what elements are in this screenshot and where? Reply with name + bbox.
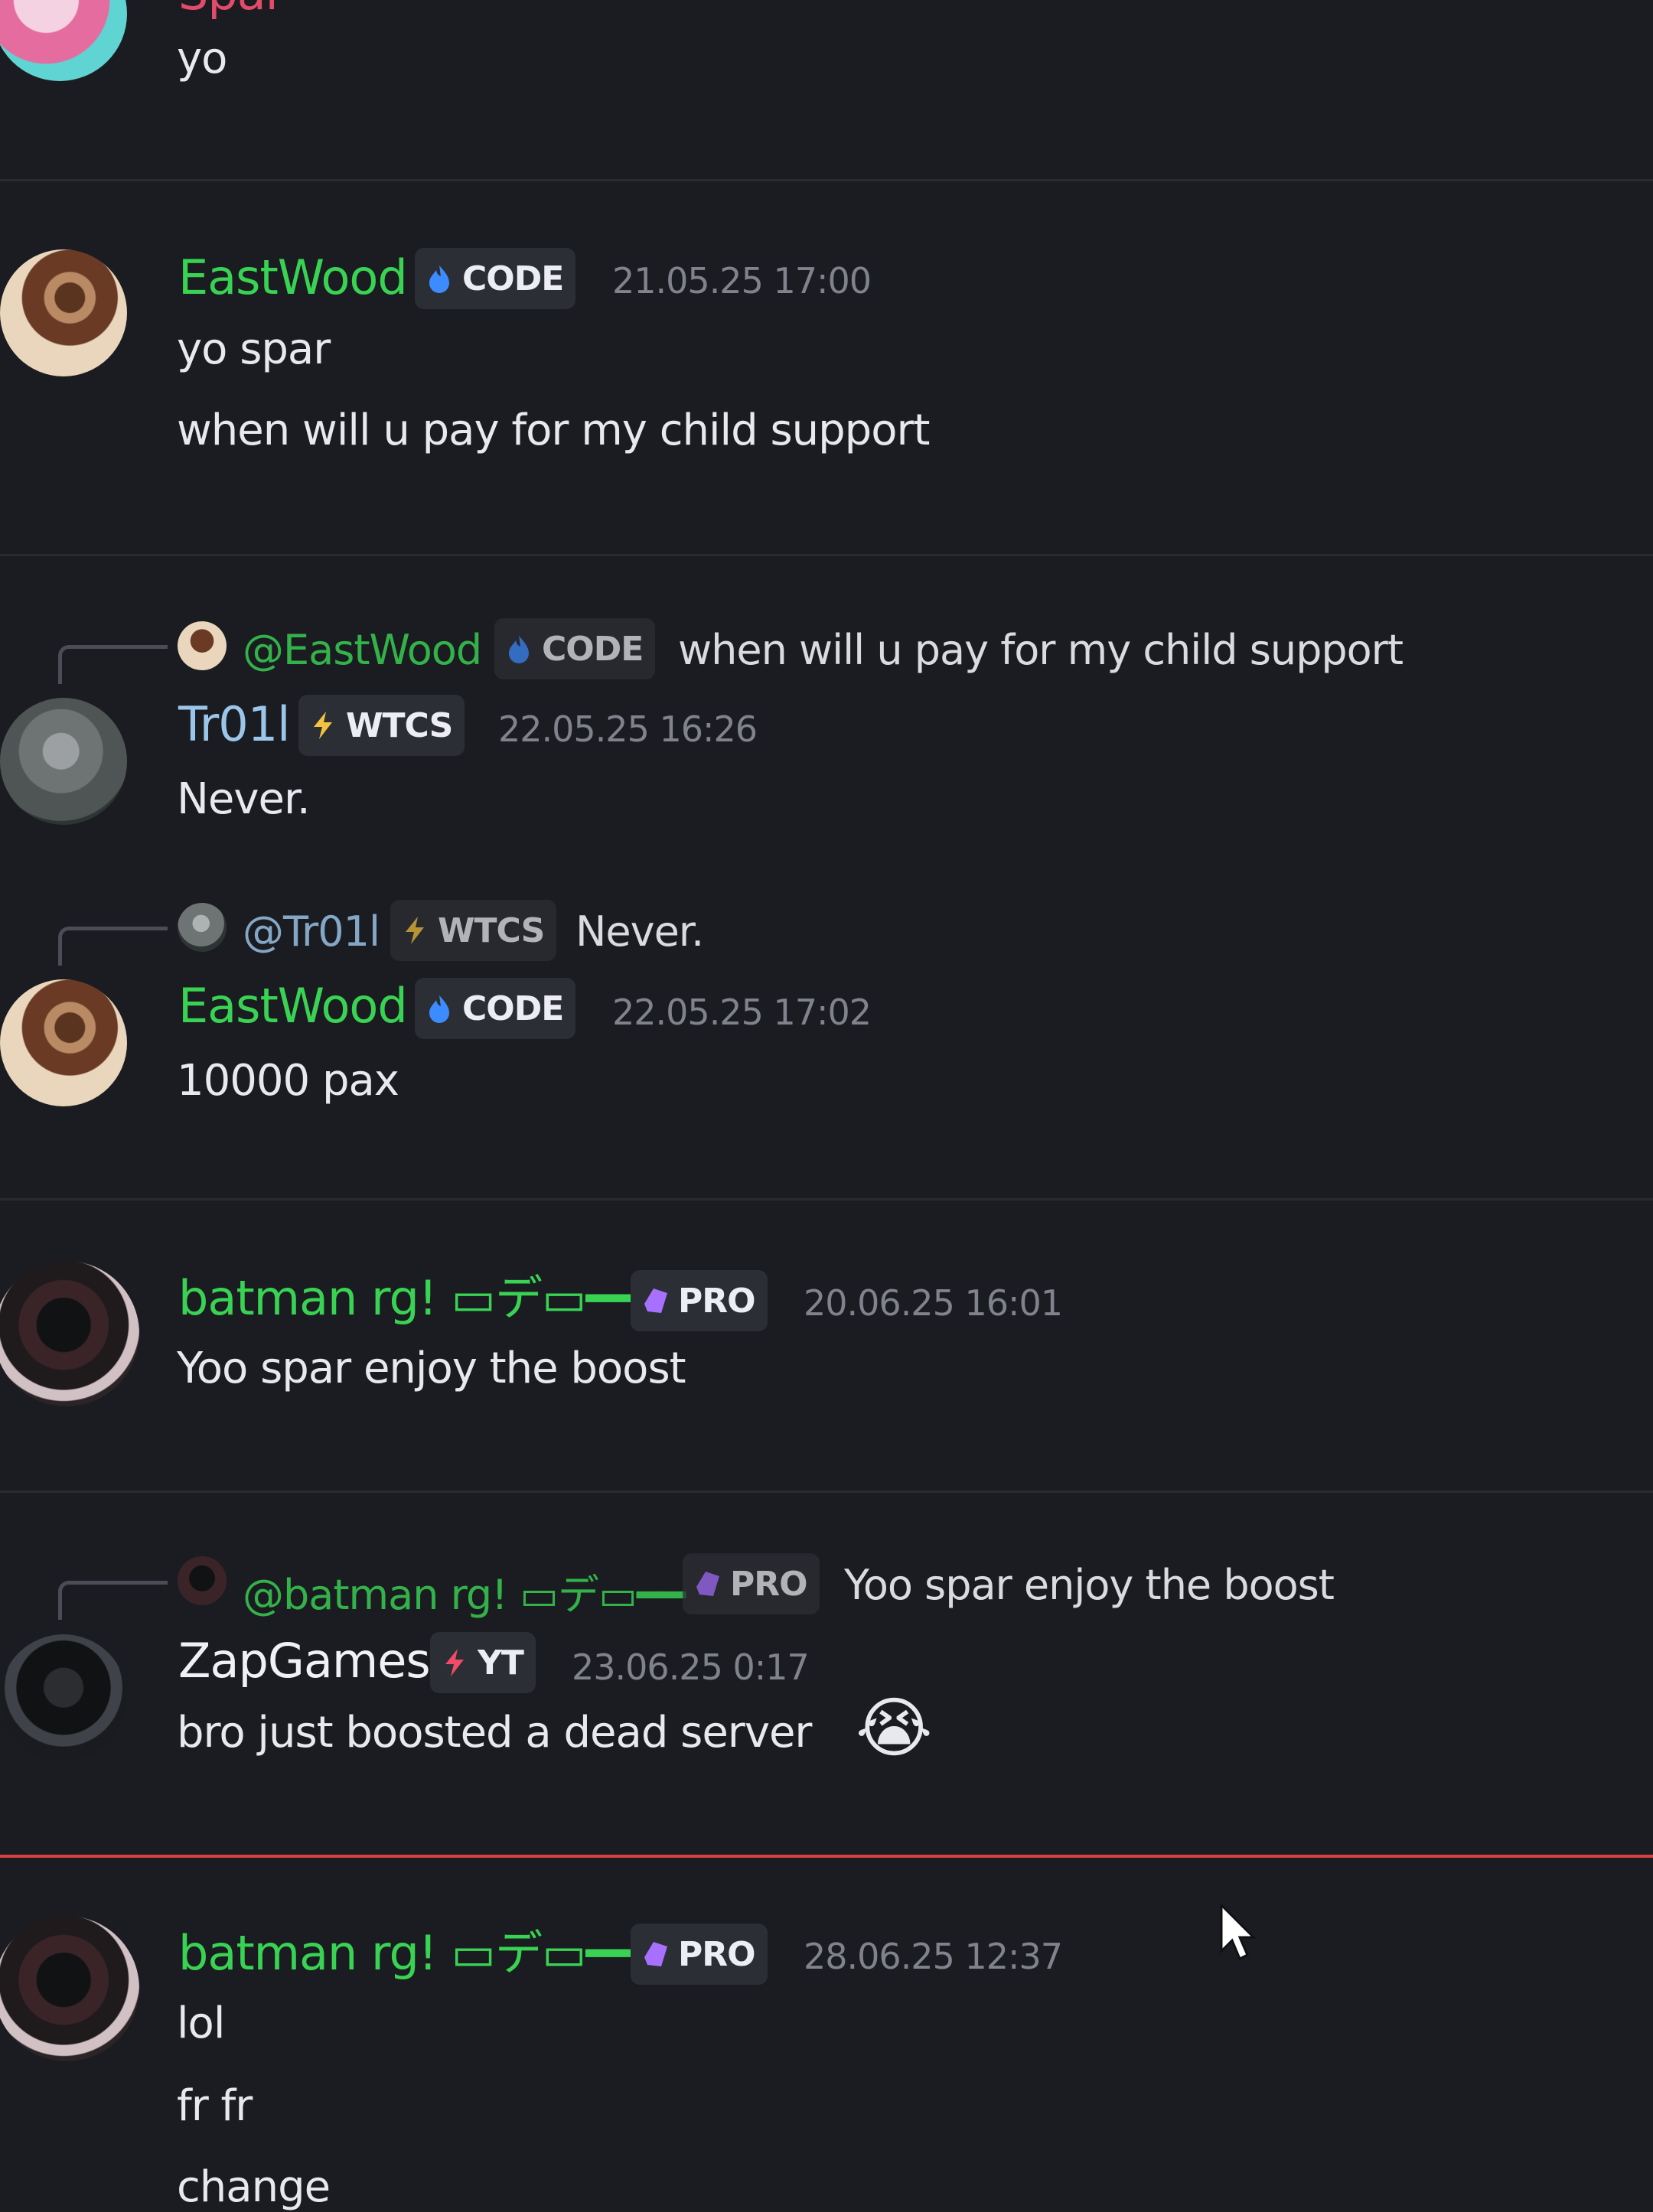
reply-preview-text[interactable]: Yoo spar enjoy the boost <box>844 1561 1335 1609</box>
role-tag-wtcs[interactable]: WTCS <box>390 900 557 961</box>
timestamp: 28.06.25 12:37 <box>804 1936 1063 1977</box>
role-tag-pro[interactable]: PRO <box>631 1924 768 1985</box>
avatar-batman[interactable] <box>0 1916 139 2061</box>
reply-connector <box>58 645 168 684</box>
reply-avatar-eastwood[interactable] <box>178 621 227 670</box>
timestamp: 20.06.25 16:01 <box>804 1282 1063 1324</box>
message-text: Yoo spar enjoy the boost <box>177 1344 686 1393</box>
message-text: yo <box>177 34 227 83</box>
lightning-icon <box>399 915 430 946</box>
message-text: when will u pay for my child support <box>177 406 930 455</box>
purple-crystal-icon <box>640 1939 670 1969</box>
tag-label: PRO <box>678 1281 756 1321</box>
message-text: yo spar <box>177 324 331 374</box>
timestamp: 22.05.25 16:26 <box>498 709 758 750</box>
message-text: 10000 pax <box>177 1056 399 1106</box>
tag-label: WTCS <box>438 911 545 950</box>
avatar-tr01l[interactable] <box>0 698 127 825</box>
blue-flame-icon <box>424 993 455 1024</box>
author-name[interactable]: Spar <box>178 0 285 17</box>
reply-connector <box>58 927 168 966</box>
author-name[interactable]: batman rg! ▭デ▭━━ <box>178 1275 642 1322</box>
tag-label: PRO <box>678 1934 756 1974</box>
message-text: Never. <box>177 774 311 824</box>
tag-label: CODE <box>462 259 564 298</box>
message-text: fr fr <box>177 2081 253 2131</box>
tag-label: WTCS <box>346 705 453 745</box>
role-tag-yt[interactable]: YT <box>430 1632 536 1693</box>
reply-preview-text[interactable]: Never. <box>575 907 704 956</box>
purple-crystal-icon <box>640 1285 670 1316</box>
avatar-batman[interactable] <box>0 1261 139 1406</box>
new-messages-divider <box>0 1855 1653 1858</box>
reply-avatar-tr01l[interactable] <box>178 903 227 952</box>
reply-author[interactable]: @batman rg! ▭デ▭━━ <box>243 1561 686 1621</box>
reply-author[interactable]: @Tr01l <box>243 907 380 956</box>
author-name[interactable]: EastWood <box>178 254 408 301</box>
avatar-eastwood[interactable] <box>0 249 127 376</box>
reply-connector <box>58 1581 168 1620</box>
message-separator <box>0 1198 1653 1200</box>
lightning-icon <box>308 710 338 741</box>
tag-label: YT <box>478 1643 524 1683</box>
reply-preview-text[interactable]: when will u pay for my child support <box>678 626 1404 674</box>
avatar-zapgames[interactable] <box>0 1634 127 1761</box>
message-text: lol <box>177 1999 225 2048</box>
crying-face-emoji: 😭 <box>856 1690 933 1767</box>
message-separator <box>0 554 1653 556</box>
red-lightning-icon <box>439 1647 470 1678</box>
author-name[interactable]: EastWood <box>178 982 408 1030</box>
author-name[interactable]: ZapGames <box>178 1637 431 1685</box>
author-name[interactable]: Tr01l <box>178 701 290 748</box>
reply-avatar-batman[interactable] <box>178 1556 227 1605</box>
role-tag-wtcs[interactable]: WTCS <box>298 695 465 756</box>
tag-label: CODE <box>542 629 644 669</box>
tag-label: CODE <box>462 989 564 1028</box>
role-tag-pro[interactable]: PRO <box>631 1270 768 1331</box>
mouse-cursor-icon <box>1218 1902 1257 1965</box>
avatar-eastwood[interactable] <box>0 979 127 1106</box>
role-tag-code[interactable]: CODE <box>415 978 576 1039</box>
message-text: bro just boosted a dead server <box>177 1708 812 1758</box>
blue-flame-icon <box>424 263 455 294</box>
avatar-spar[interactable] <box>0 0 127 81</box>
timestamp: 22.05.25 17:02 <box>612 992 872 1033</box>
tag-label: PRO <box>730 1564 808 1604</box>
timestamp: 21.05.25 17:00 <box>612 260 872 301</box>
message-separator <box>0 179 1653 181</box>
message-separator <box>0 1490 1653 1493</box>
blue-flame-icon <box>504 634 534 664</box>
message-text: change <box>177 2162 331 2212</box>
author-name[interactable]: batman rg! ▭デ▭━━ <box>178 1930 642 1977</box>
timestamp: 23.06.25 0:17 <box>572 1647 810 1688</box>
reply-author[interactable]: @EastWood <box>243 626 482 674</box>
role-tag-code[interactable]: CODE <box>415 248 576 309</box>
role-tag-pro[interactable]: PRO <box>683 1553 820 1614</box>
purple-crystal-icon <box>692 1569 722 1599</box>
role-tag-code[interactable]: CODE <box>494 618 656 679</box>
